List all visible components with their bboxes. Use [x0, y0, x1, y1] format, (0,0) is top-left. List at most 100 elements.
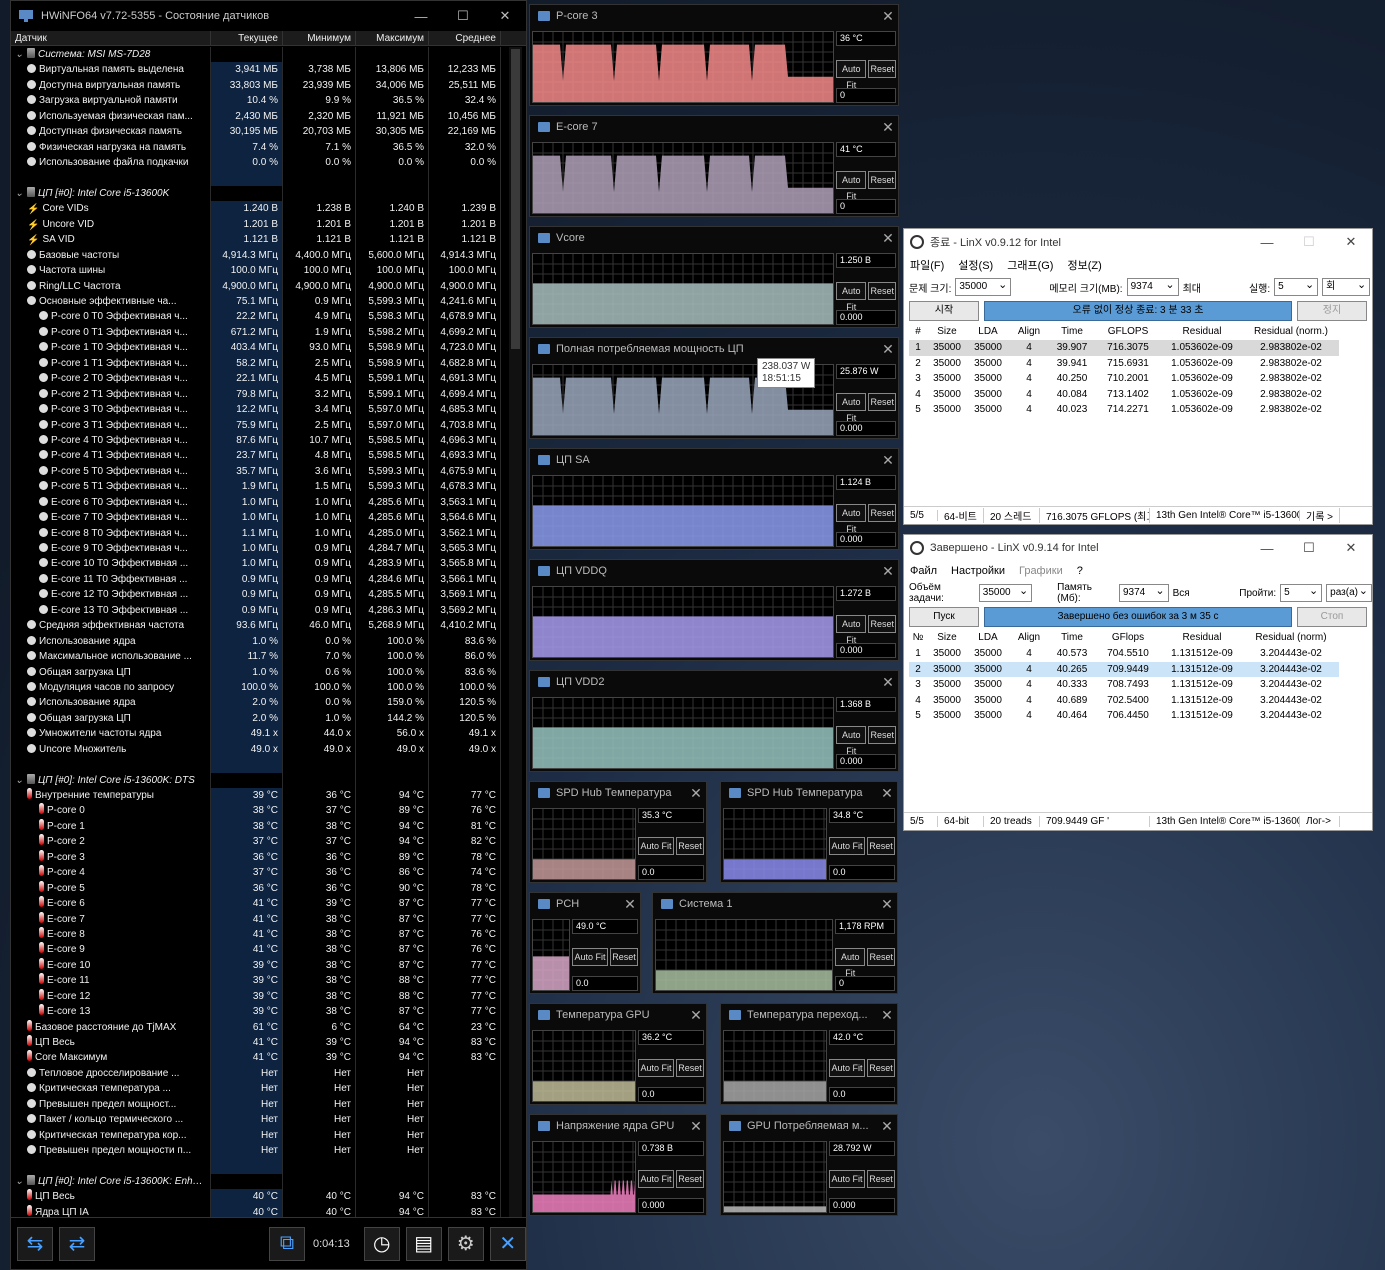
sensor-row[interactable]: Виртуальная память выделена 3,941 МБ 3,738… [11, 62, 507, 78]
column-header[interactable]: Align [1009, 629, 1049, 646]
sensor-row[interactable]: Базовое расстояние до TjMAX 61 °C 6 °C 64 °… [11, 1019, 507, 1035]
graph-window[interactable]: Vcore ✕ 1.250 В Auto Fit Reset 0.000 [529, 226, 899, 328]
graph-titlebar[interactable]: ЦП SA ✕ [530, 449, 898, 471]
sensor-group-row[interactable]: ⌄ ЦП [#0]: Intel Core i5-13600K: Enhanced [11, 1173, 507, 1190]
sensor-row[interactable]: Модуляция часов по запросу 100.0 % 100.0 %… [11, 679, 507, 696]
sensor-row[interactable]: P-core 1 T0 Эффективная ч... 403.4 МГц 93.… [11, 340, 507, 356]
auto-fit-button[interactable]: Auto Fit [836, 504, 867, 534]
maximize-icon[interactable]: ☐ [1288, 540, 1330, 556]
sensor-row[interactable]: P-core 5 36 °C 36 °C 90 °C 78 °C [11, 880, 507, 897]
graph-window[interactable]: ЦП VDDQ ✕ 1.272 В Auto Fit Reset 0.000 [529, 559, 899, 661]
auto-fit-button[interactable]: Auto Fit [572, 948, 608, 966]
sensor-row[interactable]: Физическая нагрузка на память 7.4 % 7.1 % 3… [11, 139, 507, 156]
graph-window[interactable]: SPD Hub Температура ✕ 34.8 °C Auto Fit R… [720, 781, 898, 883]
column-header[interactable]: Residual (norm) [1243, 629, 1339, 646]
table-row[interactable]: 4 35000 35000 4 40.689 702.5400 1.131512e-09 3.… [909, 693, 1339, 709]
close-icon[interactable]: ✕ [877, 1007, 897, 1024]
graph-window[interactable]: P-core 3 ✕ 36 °C Auto Fit Reset 0 [529, 4, 899, 106]
sensor-row[interactable]: P-core 3 T1 Эффективная ч... 75.9 МГц 2.5 … [11, 417, 507, 433]
graph-titlebar[interactable]: SPD Hub Температура ✕ [530, 782, 706, 804]
col-sensor[interactable]: Датчик [11, 31, 211, 45]
start-button[interactable]: 시작 [909, 301, 979, 321]
sensor-row[interactable]: Превышен предел мощност... Нет Нет Нет [11, 1096, 507, 1113]
auto-fit-button[interactable]: Auto Fit [836, 726, 867, 756]
sensor-row[interactable]: Использование ядра 1.0 % 0.0 % 100.0 % 83.6 … [11, 633, 507, 650]
close-icon[interactable]: ✕ [878, 341, 898, 358]
gear-icon[interactable]: ⚙ [447, 1226, 484, 1261]
sensor-row[interactable]: Тепловое дросселирование ... Нет Нет Нет [11, 1065, 507, 1082]
sensor-row[interactable]: Общая загрузка ЦП 2.0 % 1.0 % 144.2 % 120.5 … [11, 710, 507, 727]
sensor-row[interactable]: P-core 2 37 °C 37 °C 94 °C 82 °C [11, 834, 507, 850]
sensor-row[interactable]: E-core 6 T0 Эффективная ч... 1.0 МГц 1.0 М… [11, 494, 507, 511]
sensor-row[interactable]: P-core 2 T1 Эффективная ч... 79.8 МГц 3.2 … [11, 386, 507, 403]
reset-button[interactable]: Reset [676, 1059, 704, 1077]
sensor-row[interactable]: Максимальное использование ... 11.7 % 7.0 … [11, 649, 507, 665]
stop-button[interactable]: Стоп [1297, 607, 1367, 627]
menu-settings[interactable]: Настройки [951, 565, 1005, 577]
close-icon[interactable]: ✕ [686, 785, 706, 802]
sensor-row[interactable]: P-core 0 T0 Эффективная ч... 22.2 МГц 4.9 … [11, 309, 507, 325]
graph-window[interactable]: Полная потребляемая мощность ЦП ✕ 25.876… [529, 337, 899, 439]
sensor-group-row[interactable]: ⌄ ЦП [#0]: Intel Core i5-13600K: DTS [11, 772, 507, 788]
col-current[interactable]: Текущее [211, 31, 283, 45]
sensor-group-row[interactable]: ⌄ ЦП [#0]: Intel Core i5-13600K [11, 185, 507, 202]
start-button[interactable]: Пуск [909, 607, 979, 627]
auto-fit-button[interactable]: Auto Fit [829, 1059, 865, 1077]
column-header[interactable]: Align [1009, 323, 1049, 340]
graph-titlebar[interactable]: P-core 3 ✕ [530, 5, 898, 27]
close-icon[interactable]: ✕ [878, 230, 898, 247]
minimize-icon[interactable]: — [400, 9, 442, 24]
sensor-row[interactable]: E-core 7 T0 Эффективная ч... 1.0 МГц 1.0 М… [11, 510, 507, 526]
sensor-row[interactable]: Пакет / кольцо термического ... Нет Нет Нет [11, 1112, 507, 1128]
sensor-row[interactable]: P-core 3 36 °C 36 °C 89 °C 78 °C [11, 849, 507, 866]
graph-titlebar[interactable]: Система 1 ✕ [653, 893, 897, 915]
memory-size-select[interactable]: 9374 [1118, 583, 1169, 602]
sensor-row[interactable]: P-core 3 T0 Эффективная ч... 12.2 МГц 3.4 … [11, 402, 507, 418]
col-average[interactable]: Среднее [429, 31, 501, 45]
close-icon[interactable]: ✕ [878, 8, 898, 25]
graph-titlebar[interactable]: Температура GPU ✕ [530, 1004, 706, 1026]
sensor-row[interactable]: Умножители частоты ядра 49.1 x 44.0 x 56.0 … [11, 726, 507, 742]
sensor-row[interactable]: E-core 8 41 °C 38 °C 87 °C 76 °C [11, 926, 507, 943]
menu-file[interactable]: 파일(F) [910, 257, 944, 273]
max-memory-label[interactable]: Вся [1173, 588, 1190, 599]
column-header[interactable]: GFLOPS [1095, 323, 1161, 340]
run-unit-select[interactable]: раз(а) [1326, 583, 1372, 602]
column-header[interactable]: Size [927, 323, 967, 340]
close-icon[interactable]: ✕ [1330, 234, 1372, 250]
graph-window[interactable]: ЦП VDD2 ✕ 1.368 В Auto Fit Reset 0.000 [529, 670, 899, 772]
graph-titlebar[interactable]: GPU Потребляемая м... ✕ [721, 1115, 897, 1137]
sensor-row[interactable] [11, 757, 507, 773]
sensor-scrollbar[interactable] [509, 47, 522, 1217]
graph-titlebar[interactable]: PCH ✕ [530, 893, 640, 915]
graph-titlebar[interactable]: ЦП VDDQ ✕ [530, 560, 898, 582]
sensor-row[interactable]: E-core 10 T0 Эффективная ... 1.0 МГц 0.9 М… [11, 556, 507, 572]
reset-button[interactable]: Reset [868, 393, 896, 411]
sensor-row[interactable]: Доступная физическая память 30,195 МБ 20,7… [11, 124, 507, 140]
sensor-row[interactable]: E-core 9 T0 Эффективная ч... 1.0 МГц 0.9 М… [11, 541, 507, 557]
auto-fit-button[interactable]: Auto Fit [836, 393, 867, 423]
table-row[interactable]: 1 35000 35000 4 39.907 716.3075 1.053602e-09 2.… [909, 340, 1339, 356]
scrollbar-thumb[interactable] [511, 49, 520, 349]
sensor-row[interactable]: ЦП Весь 40 °C 40 °C 94 °C 83 °C [11, 1189, 507, 1205]
clock-icon[interactable]: ◷ [363, 1226, 400, 1261]
stop-button[interactable]: 정지 [1297, 301, 1367, 321]
graph-titlebar[interactable]: E-core 7 ✕ [530, 116, 898, 138]
column-header[interactable]: LDA [967, 323, 1009, 340]
sensor-row[interactable]: P-core 1 T1 Эффективная ч... 58.2 МГц 2.5 … [11, 355, 507, 372]
menu-settings[interactable]: 설정(S) [958, 257, 993, 273]
run-count-select[interactable]: 5 [1274, 277, 1319, 296]
col-maximum[interactable]: Максимум [356, 31, 429, 45]
max-memory-label[interactable]: 최대 [1183, 280, 1201, 295]
graph-window[interactable]: Температура переход... ✕ 42.0 °C Auto Fi… [720, 1003, 898, 1105]
graph-window[interactable]: GPU Потребляемая м... ✕ 28.792 W Auto Fi… [720, 1114, 898, 1216]
auto-fit-button[interactable]: Auto Fit [638, 837, 674, 855]
expand-arrows-icon[interactable]: ⇆ [17, 1226, 53, 1261]
graph-titlebar[interactable]: ЦП VDD2 ✕ [530, 671, 898, 693]
sensor-row[interactable]: Частота шины 100.0 МГц 100.0 МГц 100.0 МГц 1… [11, 263, 507, 279]
sensor-row[interactable]: E-core 7 41 °C 38 °C 87 °C 77 °C [11, 911, 507, 927]
close-icon[interactable]: ✕ [877, 785, 897, 802]
close-icon[interactable]: ✕ [878, 563, 898, 580]
sensor-row[interactable]: Использование файла подкачки 0.0 % 0.0 % 0.… [11, 155, 507, 171]
column-header[interactable]: LDA [967, 629, 1009, 646]
